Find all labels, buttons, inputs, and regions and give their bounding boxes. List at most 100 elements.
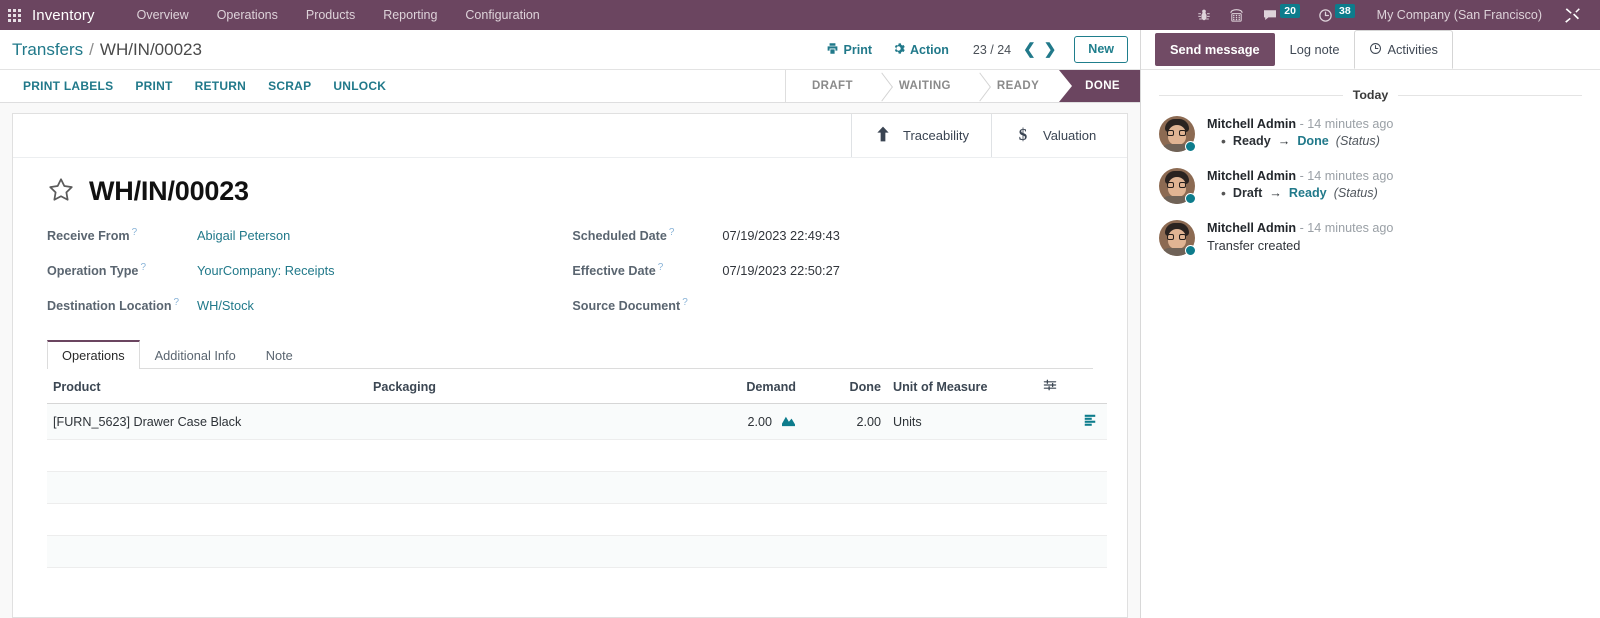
star-outline-icon[interactable]	[47, 176, 75, 207]
breadcrumb-transfers[interactable]: Transfers	[12, 40, 83, 60]
chatter-messages: Today Mitchell Admin - 14 minutes ago • …	[1141, 70, 1600, 256]
cell-done[interactable]: 2.00	[802, 403, 887, 440]
field-operation-type-label: Operation Type?	[47, 262, 146, 279]
print-button-statusbar[interactable]: PRINT	[124, 70, 183, 102]
menu-item-operations[interactable]: Operations	[203, 0, 292, 30]
field-effective-date-value[interactable]: 07/19/2023 22:50:27	[722, 263, 839, 278]
menu-item-overview[interactable]: Overview	[123, 0, 203, 30]
arrow-icon: →	[1277, 134, 1291, 148]
field-destination-location-label: Destination Location?	[47, 297, 180, 314]
activities-button[interactable]: Activities	[1354, 30, 1453, 69]
bullet-icon: •	[1221, 185, 1226, 201]
avatar[interactable]	[1159, 116, 1196, 152]
cell-product[interactable]: [FURN_5623] Drawer Case Black	[47, 403, 367, 440]
apps-menu-icon[interactable]	[8, 8, 21, 22]
messages-icon[interactable]: 20	[1253, 0, 1309, 30]
avatar[interactable]	[1159, 168, 1196, 204]
stage-waiting[interactable]: WAITING	[872, 70, 971, 102]
column-product[interactable]: Product	[47, 369, 367, 404]
cell-demand[interactable]: 2.00	[587, 403, 802, 440]
column-options-icon[interactable]	[1037, 369, 1107, 404]
table-filler-row	[47, 439, 1107, 472]
tooltip-icon[interactable]: ?	[132, 227, 138, 238]
field-operation-type: Operation Type? YourCompany: Receipts	[47, 262, 572, 279]
tooltip-icon[interactable]: ?	[669, 227, 675, 238]
table-header-row: Product Packaging Demand Done Unit of Me…	[47, 369, 1107, 404]
notebook: Operations Additional Info Note Product …	[47, 340, 1107, 568]
column-done[interactable]: Done	[802, 369, 887, 404]
field-receive-from-value[interactable]: Abigail Peterson	[197, 228, 290, 243]
table-filler-row	[47, 503, 1107, 536]
company-switcher[interactable]: My Company (San Francisco)	[1364, 8, 1555, 22]
column-demand[interactable]: Demand	[587, 369, 802, 404]
unlock-button[interactable]: UNLOCK	[322, 70, 397, 102]
menu-item-configuration[interactable]: Configuration	[451, 0, 553, 30]
column-packaging[interactable]: Packaging	[367, 369, 587, 404]
tab-operations[interactable]: Operations	[47, 340, 140, 369]
field-scheduled-date-value[interactable]: 07/19/2023 22:49:43	[722, 228, 839, 243]
sheet-background: Traceability $ Valuation WH/IN/00023 Rec…	[0, 103, 1140, 618]
operations-table-body: [FURN_5623] Drawer Case Black 2.00 2.00 …	[47, 403, 1107, 568]
print-labels-button[interactable]: PRINT LABELS	[12, 70, 124, 102]
page-title: WH/IN/00023	[89, 176, 249, 206]
detailed-operations-icon[interactable]	[1037, 403, 1107, 440]
send-message-button[interactable]: Send message	[1155, 33, 1275, 66]
tooltip-icon[interactable]: ?	[658, 262, 664, 273]
activities-clock-icon[interactable]: 38	[1309, 0, 1364, 30]
stage-done[interactable]: DONE	[1059, 69, 1140, 102]
message-text: Transfer created	[1207, 238, 1301, 253]
menu-item-products[interactable]: Products	[292, 0, 369, 30]
tracking-field-name: (Status)	[1333, 186, 1378, 200]
stage-ready[interactable]: READY	[970, 70, 1060, 102]
return-button[interactable]: RETURN	[184, 70, 258, 102]
print-button[interactable]: Print	[816, 38, 882, 62]
stage-draft[interactable]: DRAFT	[784, 70, 873, 102]
smart-button-box: Traceability $ Valuation	[13, 114, 1127, 158]
log-note-button[interactable]: Log note	[1275, 33, 1355, 66]
chevron-left-icon[interactable]: ❮	[1019, 42, 1040, 57]
tracking-value-line: • Draft → Ready (Status)	[1221, 186, 1393, 200]
cell-packaging[interactable]	[367, 403, 587, 440]
field-destination-location-value[interactable]: WH/Stock	[197, 298, 254, 313]
tracking-old-value: Ready	[1232, 134, 1271, 148]
app-body: Transfers / WH/IN/00023 Print Action 23 …	[0, 30, 1600, 618]
tab-additional-info[interactable]: Additional Info	[140, 340, 251, 369]
control-panel-actions: Print Action 23 / 24 ❮ ❯ New	[816, 35, 1128, 64]
arrow-icon: →	[1269, 186, 1282, 200]
table-filler-row	[47, 535, 1107, 568]
status-pipeline: DRAFT WAITING READY DONE	[784, 69, 1140, 102]
tooltip-icon[interactable]: ?	[140, 262, 146, 273]
smart-button-valuation[interactable]: $ Valuation	[991, 114, 1127, 157]
main-menu: Overview Operations Products Reporting C…	[123, 0, 554, 30]
forecast-chart-icon[interactable]	[781, 414, 796, 430]
smart-button-traceability[interactable]: Traceability	[851, 114, 991, 157]
message-author[interactable]: Mitchell Admin	[1207, 169, 1296, 183]
column-unit-of-measure[interactable]: Unit of Measure	[887, 369, 1037, 404]
field-operation-type-value[interactable]: YourCompany: Receipts	[197, 263, 335, 278]
tooltip-icon[interactable]: ?	[682, 297, 688, 308]
svg-text:$: $	[1019, 125, 1027, 143]
tools-icon[interactable]	[1555, 0, 1590, 30]
app-name-inventory[interactable]: Inventory	[32, 7, 95, 24]
smart-button-traceability-label: Traceability	[903, 128, 969, 143]
bug-icon[interactable]	[1188, 0, 1220, 30]
cell-unit-of-measure[interactable]: Units	[887, 403, 1037, 440]
tooltip-icon[interactable]: ?	[174, 297, 180, 308]
action-button[interactable]: Action	[882, 38, 959, 62]
phone-keypad-icon[interactable]	[1220, 0, 1253, 30]
bullet-icon: •	[1221, 133, 1226, 149]
scrap-button[interactable]: SCRAP	[257, 70, 322, 102]
message-author[interactable]: Mitchell Admin	[1207, 117, 1296, 131]
gear-icon	[892, 42, 905, 58]
message-author[interactable]: Mitchell Admin	[1207, 221, 1296, 235]
chevron-right-icon[interactable]: ❯	[1040, 42, 1061, 57]
new-button[interactable]: New	[1074, 35, 1128, 64]
field-columns: Receive From? Abigail Peterson Operation…	[47, 227, 1093, 332]
tab-note[interactable]: Note	[251, 340, 308, 369]
table-row[interactable]: [FURN_5623] Drawer Case Black 2.00 2.00 …	[47, 403, 1107, 440]
form-view: Transfers / WH/IN/00023 Print Action 23 …	[0, 30, 1141, 618]
menu-item-reporting[interactable]: Reporting	[369, 0, 451, 30]
avatar[interactable]	[1159, 220, 1196, 256]
breadcrumb: Transfers / WH/IN/00023	[12, 40, 202, 60]
messages-badge-count: 20	[1280, 4, 1300, 18]
